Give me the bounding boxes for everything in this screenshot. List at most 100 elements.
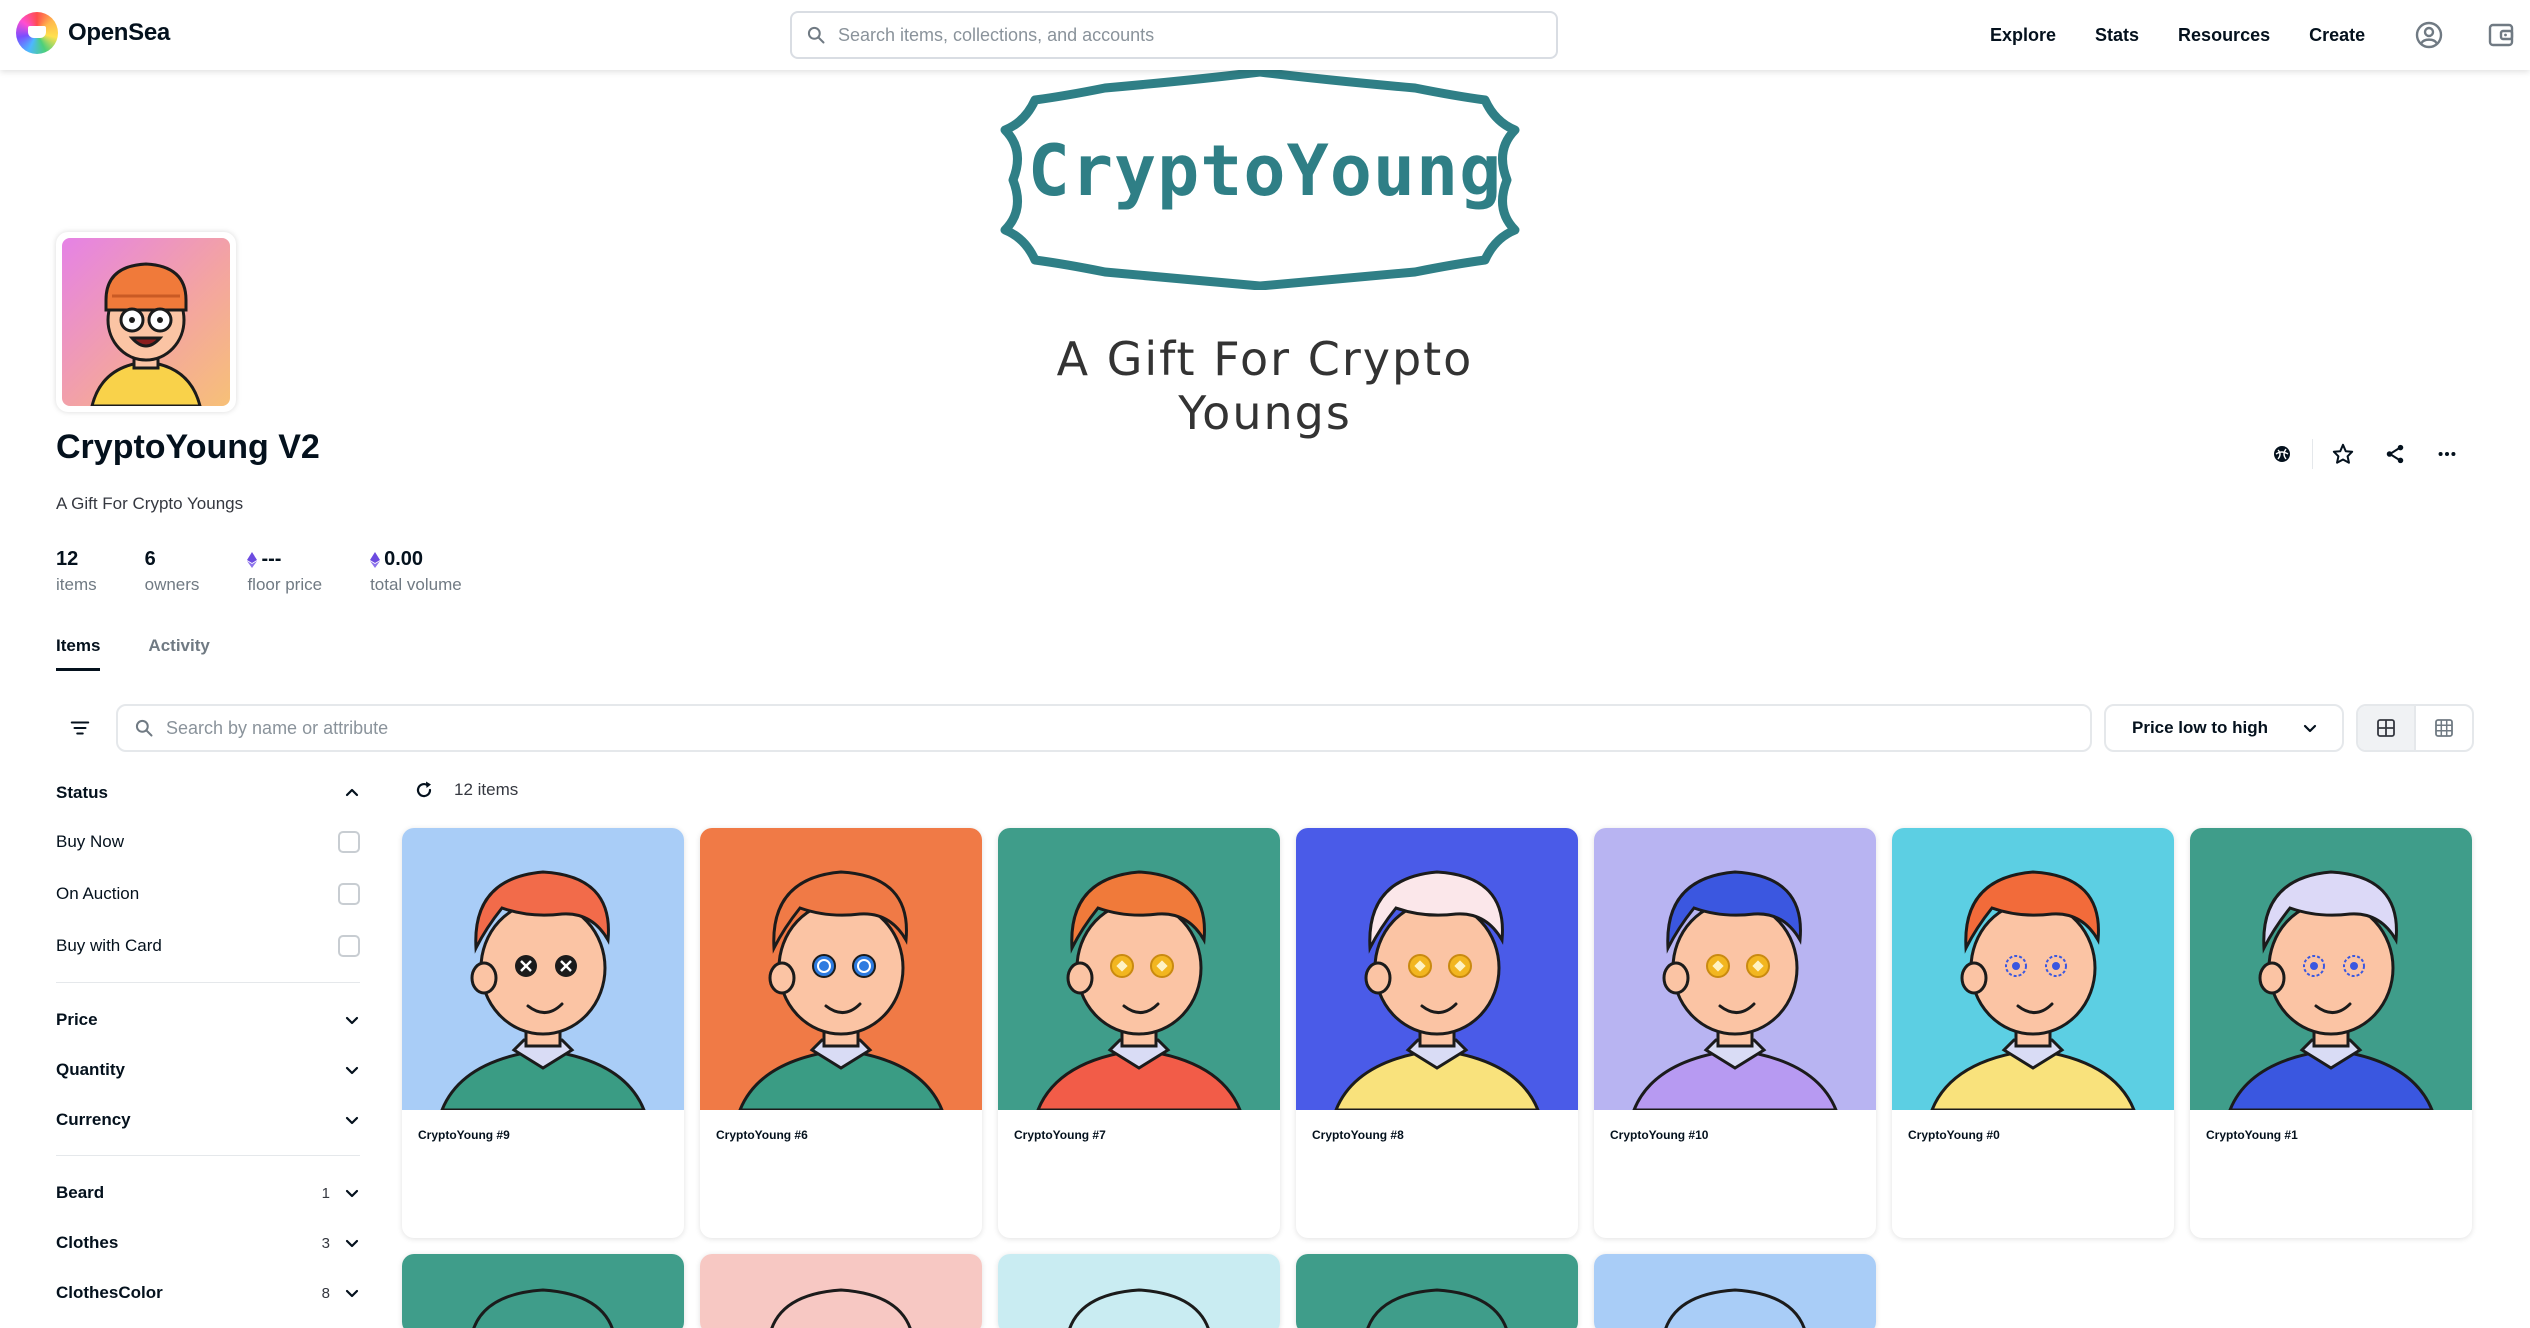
nav-explore[interactable]: Explore [1990, 25, 2056, 46]
chevron-down-icon [2303, 724, 2317, 733]
sort-label: Price low to high [2132, 718, 2269, 737]
nft-image [402, 828, 684, 1110]
account-icon[interactable] [2413, 19, 2445, 51]
results-count: 12 items [454, 780, 519, 799]
collection-stats: 12 items 6 owners --- floor price 0.00 t… [56, 548, 462, 595]
nft-image [1594, 1254, 1876, 1328]
collection-tabs: Items Activity [56, 636, 210, 671]
nft-name: CryptoYoung #1 [2206, 1128, 2298, 1142]
trait-filter-beard[interactable]: Beard 1 [56, 1168, 360, 1218]
quantity-filter-header[interactable]: Quantity [56, 1045, 360, 1095]
nft-card[interactable] [700, 1254, 982, 1328]
checkbox[interactable] [338, 935, 360, 957]
nft-name: CryptoYoung #10 [1610, 1128, 1709, 1142]
nft-card[interactable]: CryptoYoung #1 [2190, 828, 2472, 1238]
status-option-buy-with-card[interactable]: Buy with Card [56, 920, 360, 972]
more-options-button[interactable] [2421, 436, 2473, 472]
item-search-box[interactable] [116, 704, 2092, 752]
trait-filter-clothescolor[interactable]: ClothesColor 8 [56, 1268, 360, 1318]
item-grid-row [402, 1254, 2476, 1328]
nft-name: CryptoYoung #8 [1312, 1128, 1404, 1142]
item-search-input[interactable] [166, 717, 2066, 739]
stat-items[interactable]: 12 items [56, 548, 97, 595]
global-search-input[interactable] [838, 24, 1518, 46]
nft-name: CryptoYoung #9 [418, 1128, 510, 1142]
stat-total-volume: 0.00 total volume [370, 548, 462, 595]
nft-card[interactable]: CryptoYoung #8 [1296, 828, 1578, 1238]
filter-section-label: Quantity [56, 1060, 125, 1079]
chevron-down-icon [345, 1239, 359, 1248]
globe-icon [2274, 446, 2290, 462]
item-grid: CryptoYoung #9 CryptoYoung #6 CryptoYoun… [402, 828, 2476, 1328]
nft-image [998, 828, 1280, 1110]
chevron-down-icon [345, 1116, 359, 1125]
stat-volume-value: 0.00 [384, 548, 424, 570]
stat-volume-label: total volume [370, 575, 462, 594]
nav-create[interactable]: Create [2309, 25, 2365, 46]
nft-image [1892, 828, 2174, 1110]
checkbox[interactable] [338, 831, 360, 853]
brand-name: OpenSea [68, 19, 170, 46]
filter-toggle-button[interactable] [60, 708, 100, 748]
opensea-logo-icon [16, 12, 58, 54]
results-bar: 12 items [414, 780, 518, 800]
chevron-up-icon [345, 788, 359, 797]
large-grid-view-button[interactable] [2358, 706, 2416, 750]
currency-filter-header[interactable]: Currency [56, 1095, 360, 1145]
nft-card[interactable]: CryptoYoung #6 [700, 828, 982, 1238]
stat-owners[interactable]: 6 owners [145, 548, 200, 595]
status-option-label: Buy with Card [56, 936, 162, 955]
share-icon [2386, 444, 2404, 464]
nav-resources[interactable]: Resources [2178, 25, 2270, 46]
nft-card[interactable] [1296, 1254, 1578, 1328]
banner-subtitle: A Gift For Crypto Youngs [1056, 332, 1474, 440]
collection-description: A Gift For Crypto Youngs [56, 494, 244, 513]
collection-title: CryptoYoung V2 [56, 428, 320, 466]
chevron-down-icon [345, 1066, 359, 1075]
stat-floor-value: --- [261, 548, 282, 570]
nft-image [998, 1254, 1280, 1328]
global-search-box[interactable] [790, 11, 1558, 59]
star-icon [2332, 443, 2354, 464]
eth-icon [247, 551, 258, 568]
share-button[interactable] [2369, 436, 2421, 472]
small-grid-view-button[interactable] [2416, 706, 2472, 750]
nft-card[interactable] [998, 1254, 1280, 1328]
wallet-icon[interactable] [2485, 19, 2517, 51]
status-filter-header[interactable]: Status [56, 770, 360, 816]
nft-card[interactable] [1594, 1254, 1876, 1328]
tab-activity[interactable]: Activity [148, 636, 209, 671]
trait-filter-clothes[interactable]: Clothes 3 [56, 1218, 360, 1268]
stat-owners-value: 6 [144, 548, 156, 570]
collection-actions [2256, 436, 2473, 472]
filter-section-label: Currency [56, 1110, 131, 1129]
favorite-button[interactable] [2317, 436, 2369, 472]
status-option-buy-now[interactable]: Buy Now [56, 816, 360, 868]
nft-card[interactable]: CryptoYoung #7 [998, 828, 1280, 1238]
stat-owners-label: owners [144, 575, 200, 594]
price-filter-header[interactable]: Price [56, 995, 360, 1045]
small-grid-icon [2435, 719, 2453, 737]
nav-stats[interactable]: Stats [2095, 25, 2139, 46]
top-nav: OpenSea Explore Stats Resources Create [0, 0, 2530, 70]
view-toggle [2356, 704, 2474, 752]
trait-count: 1 [321, 1184, 330, 1202]
trait-count: 8 [321, 1284, 330, 1302]
website-button[interactable] [2256, 436, 2308, 472]
nft-card[interactable] [402, 1254, 684, 1328]
nft-image [2190, 828, 2472, 1110]
nft-card[interactable]: CryptoYoung #9 [402, 828, 684, 1238]
nft-card[interactable]: CryptoYoung #0 [1892, 828, 2174, 1238]
sort-dropdown[interactable]: Price low to high [2104, 704, 2344, 752]
opensea-logo[interactable]: OpenSea [16, 12, 170, 54]
collection-avatar [56, 232, 236, 412]
refresh-icon[interactable] [414, 780, 434, 800]
nft-name: CryptoYoung #7 [1014, 1128, 1106, 1142]
nft-card[interactable]: CryptoYoung #10 [1594, 828, 1876, 1238]
tab-items[interactable]: Items [56, 636, 101, 671]
status-option-on-auction[interactable]: On Auction [56, 868, 360, 920]
stat-floor-label: floor price [247, 575, 323, 594]
checkbox[interactable] [338, 883, 360, 905]
chevron-down-icon [345, 1189, 359, 1198]
action-divider [2312, 439, 2313, 469]
